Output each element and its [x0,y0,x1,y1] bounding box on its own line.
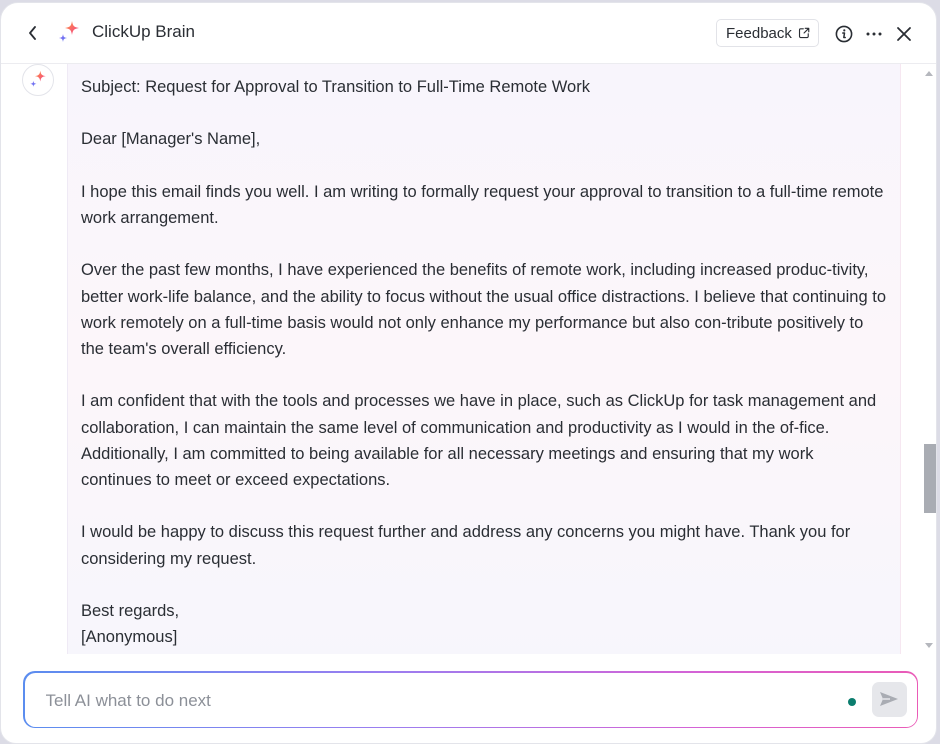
more-options-button[interactable] [863,23,885,45]
more-options-icon [866,32,882,36]
external-link-icon [798,27,810,39]
chat-content: Subject: Request for Approval to Transit… [1,64,936,654]
send-button[interactable] [871,681,907,717]
status-indicator [847,697,856,706]
feedback-button[interactable]: Feedback [716,19,819,47]
sparkle-icon [30,70,46,87]
panel-title: ClickUp Brain [92,22,195,41]
scroll-down-arrow[interactable] [925,643,933,648]
scrollbar-thumb[interactable] [924,444,936,513]
clickup-brain-panel: ClickUp Brain Feedback Subject: Request … [0,2,937,744]
email-signature: [Anonymous] [81,628,178,647]
email-paragraph: I would be happy to discuss this request… [81,523,851,568]
panel-header: ClickUp Brain Feedback [1,3,936,64]
composer-inner [24,672,917,729]
email-greeting: Dear [Manager's Name], [81,130,261,149]
back-chevron-icon [29,26,36,40]
ai-response-message: Subject: Request for Approval to Transit… [67,64,901,654]
composer [23,671,918,729]
info-button[interactable] [833,23,855,45]
close-icon [897,27,911,41]
back-button[interactable] [23,21,43,45]
email-subject: Subject: Request for Approval to Transit… [81,78,590,96]
info-icon [835,25,853,43]
close-button[interactable] [893,23,915,45]
send-icon [880,692,898,706]
email-closing: Best regards, [81,601,180,620]
email-paragraph: Over the past few months, I have experie… [81,261,886,358]
prompt-input[interactable] [43,672,828,729]
ai-avatar [22,64,54,96]
feedback-label: Feedback [726,24,792,42]
scroll-up-arrow[interactable] [925,71,933,76]
sparkle-logo-icon [59,21,79,42]
email-paragraph: I am confident that with the tools and p… [81,392,877,489]
email-paragraph: I hope this email finds you well. I am w… [81,182,884,227]
